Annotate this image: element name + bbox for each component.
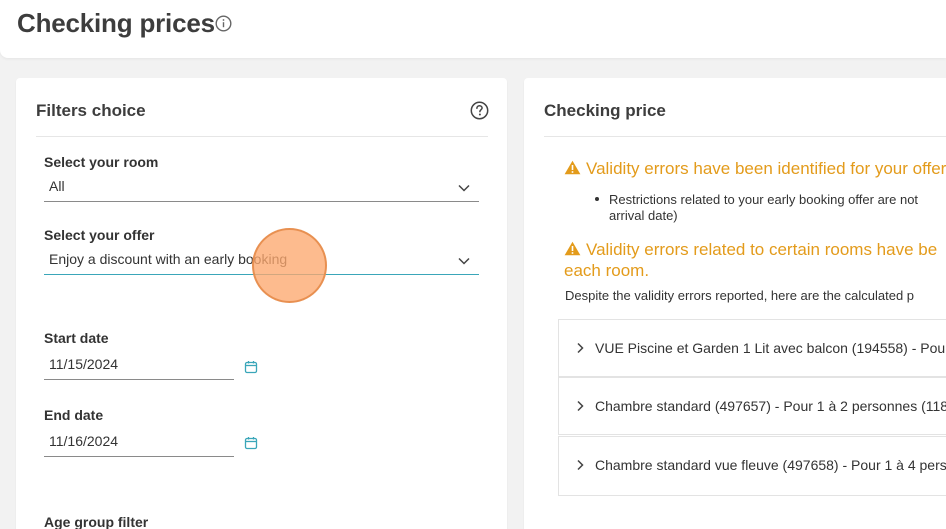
end-date-input[interactable]: 11/16/2024 xyxy=(44,431,234,457)
offer-select-label: Select your offer xyxy=(44,227,155,243)
room-accordion-label: Chambre standard vue fleuve (497658) - P… xyxy=(595,457,946,473)
room-accordion-item[interactable]: Chambre standard vue fleuve (497658) - P… xyxy=(558,436,946,496)
page-title: Checking prices xyxy=(17,8,215,38)
warning-text: Validity errors have been identified for… xyxy=(586,159,946,178)
warning-icon xyxy=(564,160,581,175)
checking-title: Checking price xyxy=(544,101,666,120)
click-indicator xyxy=(252,228,327,303)
restriction-bullet-line1: Restrictions related to your early booki… xyxy=(609,192,919,207)
chevron-right-icon xyxy=(577,459,584,471)
chevron-right-icon xyxy=(577,342,584,354)
page-header: Checking prices xyxy=(0,0,946,58)
checking-divider xyxy=(544,136,946,137)
chevron-down-icon xyxy=(458,257,470,265)
calendar-icon[interactable] xyxy=(244,360,258,374)
room-select-label: Select your room xyxy=(44,154,159,170)
bullet-dot xyxy=(595,197,599,201)
chevron-right-icon xyxy=(577,400,584,412)
start-date-value: 11/15/2024 xyxy=(49,356,119,372)
end-date-label: End date xyxy=(44,407,104,423)
info-icon[interactable] xyxy=(215,15,232,32)
offer-validity-warning: Validity errors have been identified for… xyxy=(564,159,946,179)
filters-divider xyxy=(36,136,488,137)
room-accordion-item[interactable]: Chambre standard (497657) - Pour 1 à 2 p… xyxy=(558,377,946,435)
warning-icon xyxy=(564,241,581,256)
age-group-label: Age group filter xyxy=(44,514,149,529)
filters-title: Filters choice xyxy=(36,101,146,120)
warning-text: Validity errors related to certain rooms… xyxy=(586,240,938,259)
room-validity-warning-line2: each room. xyxy=(564,261,650,280)
start-date-label: Start date xyxy=(44,330,109,346)
help-icon[interactable] xyxy=(470,101,489,120)
room-validity-warning: Validity errors related to certain rooms… xyxy=(564,240,937,260)
start-date-input[interactable]: 11/15/2024 xyxy=(44,354,234,380)
room-accordion-item[interactable]: VUE Piscine et Garden 1 Lit avec balcon … xyxy=(558,319,946,377)
room-select[interactable]: All xyxy=(44,176,479,202)
restriction-bullet-line2: arrival date) xyxy=(609,208,678,223)
chevron-down-icon xyxy=(458,184,470,192)
filters-card: Filters choice Select your room All Sele… xyxy=(16,78,507,529)
room-accordion-label: VUE Piscine et Garden 1 Lit avec balcon … xyxy=(595,340,946,356)
checking-price-card: Checking price Validity errors have been… xyxy=(524,78,946,529)
room-accordion-label: Chambre standard (497657) - Pour 1 à 2 p… xyxy=(595,398,946,414)
calculated-prices-note: Despite the validity errors reported, he… xyxy=(565,288,915,303)
calendar-icon[interactable] xyxy=(244,436,258,450)
end-date-value: 11/16/2024 xyxy=(49,433,119,449)
room-select-value: All xyxy=(49,178,65,194)
